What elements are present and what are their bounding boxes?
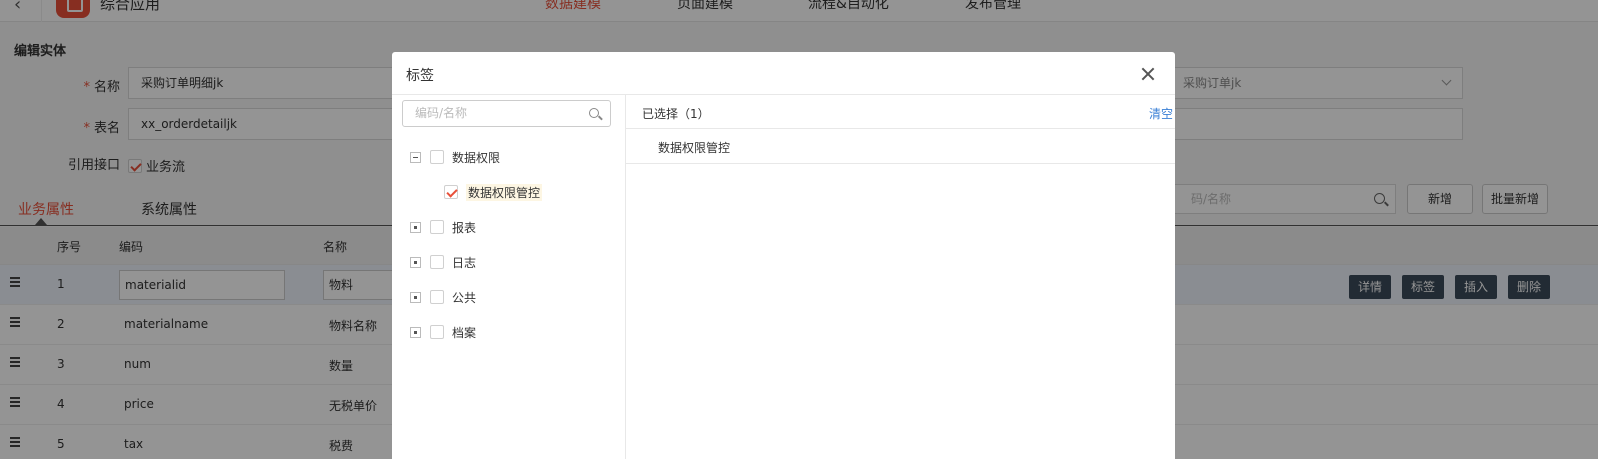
- checkbox-icon[interactable]: [430, 150, 444, 164]
- selected-item-label: 数据权限管控: [658, 141, 731, 155]
- dialog-header: 标签: [392, 52, 1175, 95]
- selected-count: 已选择（1）: [642, 107, 710, 121]
- checkbox-icon[interactable]: [430, 220, 444, 234]
- close-icon[interactable]: [1141, 67, 1155, 81]
- clear-button[interactable]: 清空: [1149, 105, 1173, 122]
- tag-tree-panel: 编码/名称 数据权限 数据权限管控 报表 日志 公共 档案: [392, 95, 626, 459]
- tree-node-archive[interactable]: 档案: [410, 323, 610, 343]
- dialog-title: 标签: [406, 68, 434, 84]
- checkbox-checked-icon[interactable]: [444, 185, 458, 199]
- tree-node-log[interactable]: 日志: [410, 253, 610, 273]
- selected-header: 已选择（1） 清空: [626, 95, 1175, 129]
- tag-dialog: 标签 编码/名称 数据权限 数据权限管控 报表 日志 公共 档案 已选择（1） …: [392, 52, 1175, 459]
- expand-icon[interactable]: [410, 222, 421, 233]
- tree-node-report[interactable]: 报表: [410, 218, 610, 238]
- expand-icon[interactable]: [410, 292, 421, 303]
- selected-tags-panel: 已选择（1） 清空 数据权限管控: [626, 95, 1175, 459]
- collapse-icon[interactable]: [410, 152, 421, 163]
- expand-icon[interactable]: [410, 327, 421, 338]
- tag-search-input[interactable]: 编码/名称: [402, 100, 611, 127]
- checkbox-icon[interactable]: [430, 325, 444, 339]
- checkbox-icon[interactable]: [430, 255, 444, 269]
- tree-node-data-permission-control[interactable]: 数据权限管控: [444, 183, 614, 203]
- search-icon: [589, 108, 599, 118]
- tree-node-data-permission[interactable]: 数据权限: [410, 148, 610, 168]
- expand-icon[interactable]: [410, 257, 421, 268]
- checkbox-icon[interactable]: [430, 290, 444, 304]
- selected-item[interactable]: 数据权限管控: [626, 129, 1175, 164]
- tree-node-public[interactable]: 公共: [410, 288, 610, 308]
